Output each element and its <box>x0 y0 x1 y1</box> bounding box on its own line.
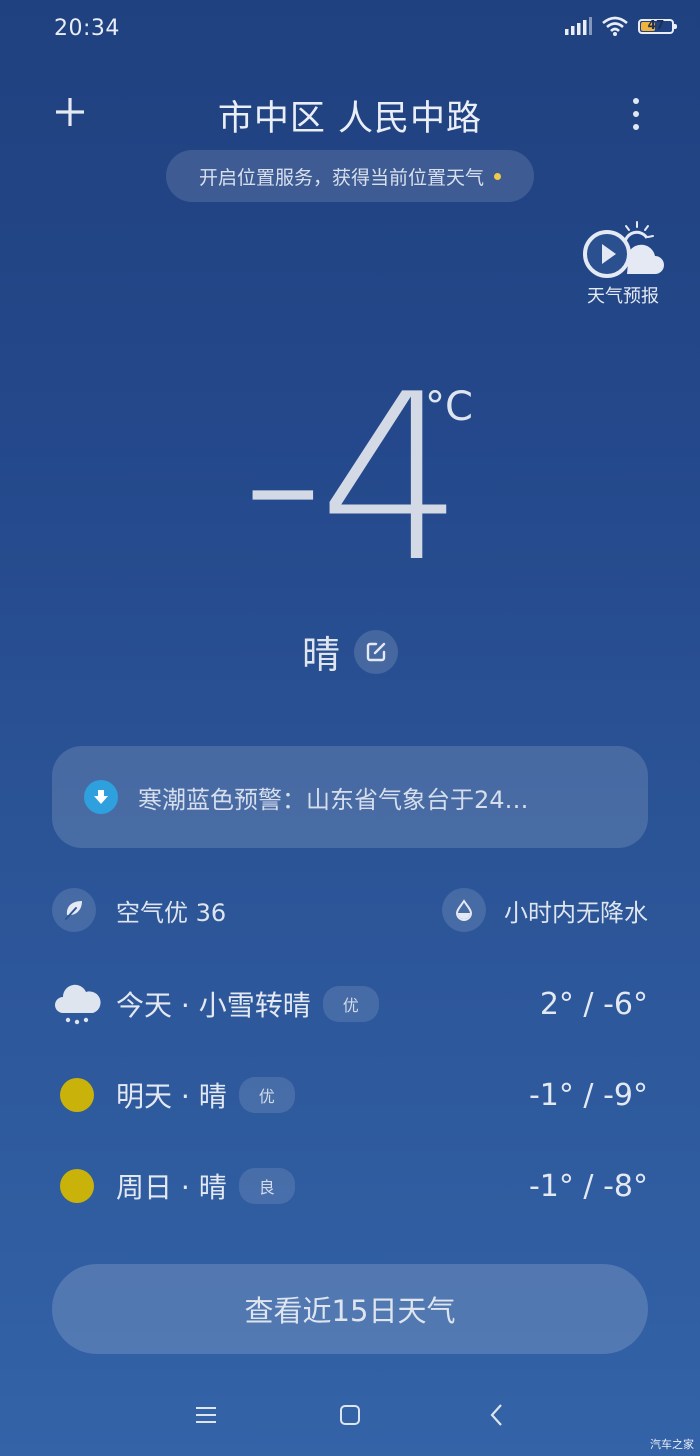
leaf-icon <box>52 888 96 932</box>
feedback-edit-button[interactable] <box>354 629 398 674</box>
condition-row: 晴 <box>0 624 700 679</box>
current-condition: 晴 <box>301 633 340 677</box>
aqi-badge: 优 <box>322 986 379 1022</box>
more-dot <box>633 111 639 117</box>
day-label: 周日 · 晴 <box>116 1171 227 1204</box>
city-title: 市中区 人民中路 <box>217 99 483 139</box>
forecast-row-today[interactable]: 今天 · 小雪转晴 优 2° / -6° <box>52 979 648 1029</box>
alert-text: 寒潮蓝色预警：山东省气象台于24… <box>138 785 529 814</box>
more-options-button[interactable] <box>622 94 650 134</box>
current-temperature: -4 <box>241 346 464 613</box>
aqi-badge: 良 <box>238 1168 295 1204</box>
wifi-icon <box>602 16 628 36</box>
precipitation-info[interactable]: 小时内无降水 <box>442 888 648 932</box>
sun-icon <box>52 1161 102 1211</box>
notification-dot <box>494 172 501 180</box>
location-prompt-text: 开启位置服务，获得当前位置天气 <box>198 166 484 189</box>
more-dot <box>633 98 639 104</box>
day-label: 明天 · 晴 <box>116 1080 227 1113</box>
status-time: 20:34 <box>54 16 120 41</box>
day-temperature-range: 2° / -6° <box>539 986 648 1022</box>
menu-icon <box>196 1407 216 1423</box>
video-weather-icon <box>583 221 664 278</box>
day-temperature-range: -1° / -8° <box>528 1168 648 1204</box>
fifteen-day-forecast-button[interactable]: 查看近15日天气 <box>52 1264 648 1354</box>
home-button[interactable] <box>325 1390 375 1440</box>
weather-forecast-video-button[interactable]: 天气预报 <box>580 218 666 310</box>
signal-icon <box>565 17 592 35</box>
snow-cloud-icon <box>52 979 102 1029</box>
water-drop-icon <box>442 888 486 932</box>
battery-level: 47 <box>647 17 665 32</box>
back-chevron-icon <box>490 1404 502 1426</box>
home-square-icon <box>340 1405 360 1425</box>
alert-down-arrow-icon <box>84 780 118 814</box>
aqi-badge: 优 <box>238 1077 295 1113</box>
system-navigation-bar <box>0 1390 700 1440</box>
day-label: 今天 · 小雪转晴 <box>116 989 311 1022</box>
precipitation-text: 小时内无降水 <box>504 898 648 927</box>
watermark: 汽车之家 <box>650 1438 694 1451</box>
menu-button[interactable] <box>181 1390 231 1440</box>
edit-icon <box>366 642 386 661</box>
status-icons: 47 <box>564 16 677 36</box>
day-temperature-range: -1° / -9° <box>528 1077 648 1113</box>
more-dot <box>633 124 639 130</box>
forecast-row-sunday[interactable]: 周日 · 晴 良 -1° / -8° <box>52 1161 648 1211</box>
location-service-prompt[interactable]: 开启位置服务，获得当前位置天气 <box>166 150 534 202</box>
temperature-unit: °C <box>425 384 473 430</box>
battery-icon: 47 <box>638 17 677 34</box>
weather-alert-card[interactable]: 寒潮蓝色预警：山东省气象台于24… <box>52 746 648 848</box>
air-quality[interactable]: 空气优 36 <box>52 888 226 932</box>
forecast-video-label: 天气预报 <box>587 286 659 307</box>
forecast-row-tomorrow[interactable]: 明天 · 晴 优 -1° / -9° <box>52 1070 648 1120</box>
back-button[interactable] <box>472 1390 522 1440</box>
air-quality-text: 空气优 36 <box>116 898 227 927</box>
sun-icon <box>52 1070 102 1120</box>
